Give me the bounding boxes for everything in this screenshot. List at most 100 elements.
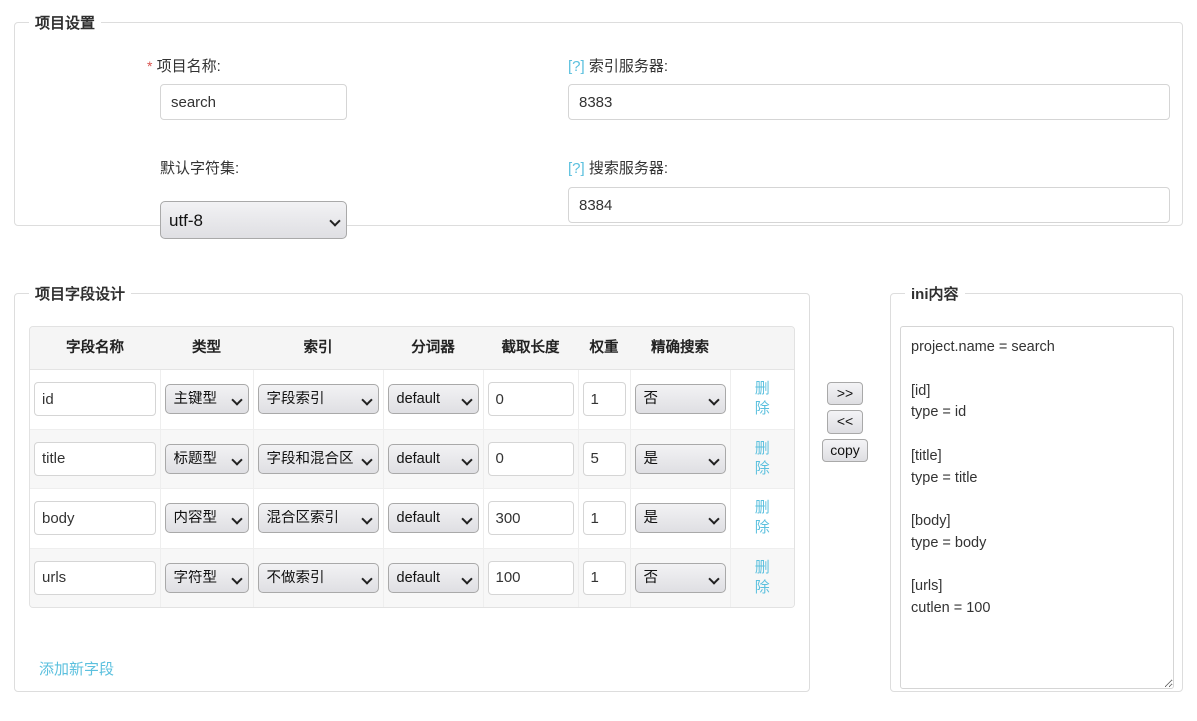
field-name-input[interactable] <box>34 560 156 595</box>
cell-field-exact: 是否 <box>630 369 731 430</box>
field-exact-select[interactable]: 是否 <box>634 384 726 415</box>
cell-field-actions: 删除 <box>730 488 794 549</box>
field-type-select-wrap: 主键型标题型内容型字符型 <box>164 503 249 534</box>
field-exact-select-wrap: 是否 <box>634 384 726 415</box>
field-index-select[interactable]: 字段索引字段和混合区混合区索引不做索引 <box>257 443 379 474</box>
field-type-select[interactable]: 主键型标题型内容型字符型 <box>164 503 249 534</box>
help-icon-index-server[interactable]: [?] <box>568 58 585 75</box>
col-header-type: 类型 <box>160 327 253 371</box>
field-tokenizer-select[interactable]: default <box>387 443 479 474</box>
field-design-panel: 项目字段设计 字段名称 类型 索引 分词器 截取长度 权重 精确搜索 id 主键… <box>14 283 810 692</box>
field-design-legend: 项目字段设计 <box>35 286 126 303</box>
field-table-head: 字段名称 类型 索引 分词器 截取长度 权重 精确搜索 <box>30 327 794 371</box>
field-table: 字段名称 类型 索引 分词器 截取长度 权重 精确搜索 主键型标题型内容型字符型… <box>30 327 794 608</box>
field-name-input[interactable] <box>34 501 156 536</box>
field-name-input[interactable] <box>34 441 156 476</box>
cell-field-cutlen <box>483 488 579 549</box>
copy-ini-button[interactable]: copy <box>822 438 868 463</box>
search-server-label-text: 搜索服务器: <box>588 160 669 177</box>
cell-field-type: 主键型标题型内容型字符型 <box>160 488 254 549</box>
delete-field-link[interactable]: 删除 <box>752 498 772 539</box>
help-icon-search-server[interactable]: [?] <box>568 160 585 177</box>
cell-field-name <box>30 548 161 608</box>
charset-select[interactable]: utf-8gbkgb2312big5 <box>160 201 347 239</box>
cell-field-actions: 删除 <box>730 548 794 607</box>
cell-field-index: 字段索引字段和混合区混合区索引不做索引 <box>253 429 384 490</box>
field-tokenizer-select-wrap: default <box>387 562 479 593</box>
ini-content-textarea[interactable]: project.name = search [id] type = id [ti… <box>900 326 1174 689</box>
cell-field-tokenizer: default <box>383 369 484 430</box>
cell-field-index: 字段索引字段和混合区混合区索引不做索引 <box>253 488 384 549</box>
delete-field-link[interactable]: 删除 <box>752 439 772 480</box>
field-index-select[interactable]: 字段索引字段和混合区混合区索引不做索引 <box>257 384 379 415</box>
cell-field-weight <box>578 429 631 490</box>
cell-field-name <box>30 429 161 490</box>
field-index-select[interactable]: 字段索引字段和混合区混合区索引不做索引 <box>257 503 379 534</box>
project-settings-legend: 项目设置 <box>35 15 96 32</box>
table-row: 主键型标题型内容型字符型字段索引字段和混合区混合区索引不做索引 default 是否… <box>30 429 794 490</box>
project-settings-grid: * 项目名称: 默认字符集: utf-8gbkgb2312big5 [?] 索引… <box>15 33 1182 239</box>
cell-field-weight <box>578 548 631 608</box>
generate-ini-button[interactable]: >> <box>826 382 864 406</box>
index-server-input[interactable] <box>568 84 1170 120</box>
field-index-select[interactable]: 字段索引字段和混合区混合区索引不做索引 <box>257 562 379 593</box>
field-type-select[interactable]: 主键型标题型内容型字符型 <box>164 443 249 474</box>
cell-field-index: 字段索引字段和混合区混合区索引不做索引 <box>253 369 384 430</box>
field-cutlen-input[interactable] <box>487 441 574 476</box>
col-header-weight: 权重 <box>578 327 630 371</box>
cell-field-exact: 是否 <box>630 548 731 608</box>
parse-ini-button[interactable]: << <box>826 410 864 434</box>
field-exact-select[interactable]: 是否 <box>634 562 726 593</box>
col-header-actions <box>730 327 794 371</box>
delete-field-link[interactable]: 删除 <box>752 558 772 599</box>
field-exact-select[interactable]: 是否 <box>634 503 726 534</box>
ini-legend: ini内容 <box>911 286 959 303</box>
cell-field-exact: 是否 <box>630 488 731 549</box>
field-cutlen-input[interactable] <box>487 560 574 595</box>
project-name-input[interactable] <box>160 84 347 120</box>
search-server-label: [?] 搜索服务器: <box>568 157 668 178</box>
field-type-select-wrap: 主键型标题型内容型字符型 <box>164 384 249 415</box>
field-weight-input[interactable] <box>582 560 626 595</box>
required-asterisk-icon: * <box>147 58 153 74</box>
col-header-cutlen: 截取长度 <box>483 327 578 371</box>
field-weight-input[interactable] <box>582 382 626 417</box>
charset-select-wrap: utf-8gbkgb2312big5 <box>160 201 347 239</box>
cell-field-name <box>30 488 161 549</box>
delete-field-link[interactable]: 删除 <box>752 379 772 420</box>
add-field-link[interactable]: 添加新字段 <box>39 658 114 679</box>
transfer-button-column: >> << copy <box>822 382 868 463</box>
ini-panel: ini内容 project.name = search [id] type = … <box>890 283 1183 692</box>
cell-field-cutlen <box>483 369 579 430</box>
field-exact-select[interactable]: 是否 <box>634 443 726 474</box>
cell-field-tokenizer: default <box>383 429 484 490</box>
charset-label: 默认字符集: <box>160 160 240 177</box>
field-table-box: 字段名称 类型 索引 分词器 截取长度 权重 精确搜索 主键型标题型内容型字符型… <box>29 326 795 609</box>
field-table-header-row: 字段名称 类型 索引 分词器 截取长度 权重 精确搜索 <box>30 327 794 371</box>
cell-field-type: 主键型标题型内容型字符型 <box>160 548 254 608</box>
field-cutlen-input[interactable] <box>487 501 574 536</box>
field-exact-select-wrap: 是否 <box>634 443 726 474</box>
cell-field-tokenizer: default <box>383 548 484 608</box>
col-header-exact: 精确搜索 <box>630 327 730 371</box>
cell-field-cutlen <box>483 429 579 490</box>
field-weight-input[interactable] <box>582 441 626 476</box>
field-tokenizer-select[interactable]: default <box>387 384 479 415</box>
field-exact-select-wrap: 是否 <box>634 562 726 593</box>
field-table-body: 主键型标题型内容型字符型字段索引字段和混合区混合区索引不做索引default是否… <box>30 369 794 608</box>
search-server-input[interactable] <box>568 187 1170 223</box>
field-name-input[interactable] <box>34 382 156 417</box>
field-type-select[interactable]: 主键型标题型内容型字符型 <box>164 384 249 415</box>
index-server-label-text: 索引服务器: <box>588 58 669 75</box>
field-exact-select-wrap: 是否 <box>634 503 726 534</box>
field-tokenizer-select[interactable]: default <box>387 503 479 534</box>
cell-field-cutlen <box>483 548 579 608</box>
field-type-select[interactable]: 主键型标题型内容型字符型 <box>164 562 249 593</box>
cell-field-exact: 是否 <box>630 429 731 490</box>
field-cutlen-input[interactable] <box>487 382 574 417</box>
field-weight-input[interactable] <box>582 501 626 536</box>
cell-field-type: 主键型标题型内容型字符型 <box>160 429 254 490</box>
cell-field-weight <box>578 369 631 430</box>
field-tokenizer-select[interactable]: default <box>387 562 479 593</box>
field-index-select-wrap: 字段索引字段和混合区混合区索引不做索引 <box>257 503 379 534</box>
